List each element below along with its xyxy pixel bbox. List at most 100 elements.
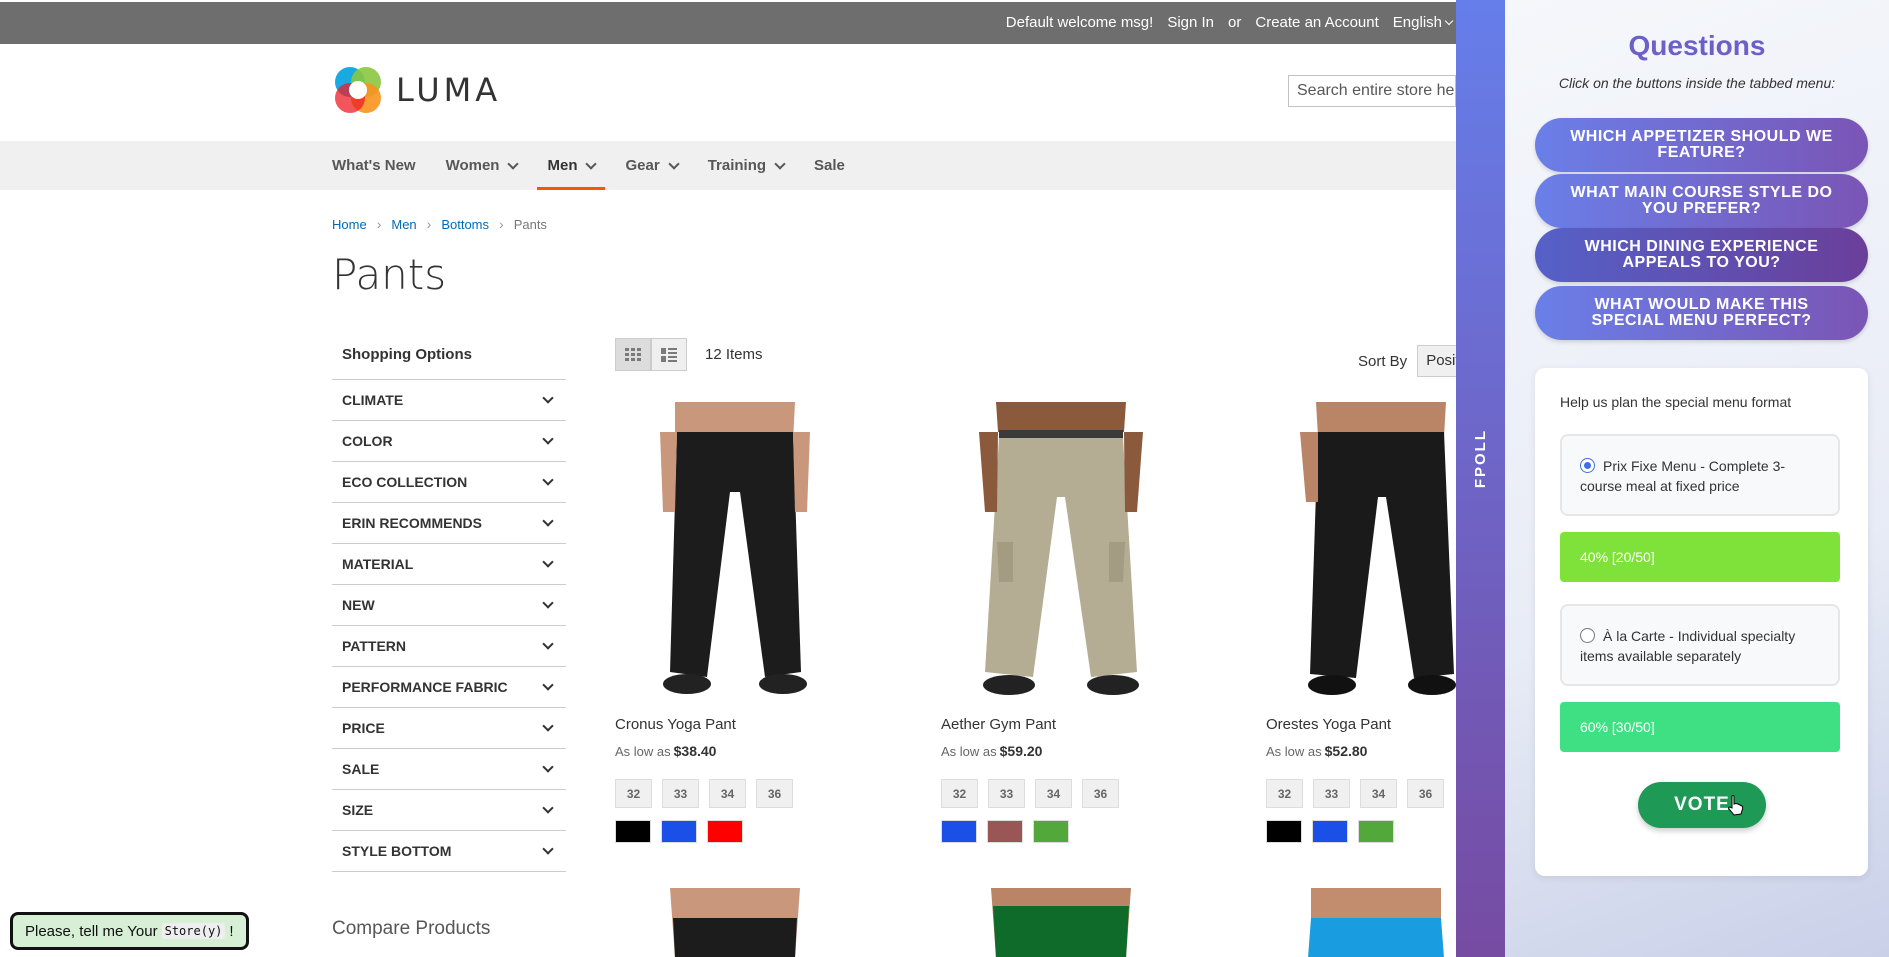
filter-label: CLIMATE [342, 392, 404, 408]
product-name[interactable]: Aether Gym Pant [941, 716, 1201, 733]
grid-view-button[interactable] [615, 338, 651, 371]
color-swatch[interactable] [661, 820, 697, 843]
product-price: As low as $59.20 [941, 743, 1201, 759]
breadcrumb-bottoms[interactable]: Bottoms [441, 217, 489, 232]
welcome-message: Default welcome msg! [1005, 14, 1154, 31]
size-option[interactable]: 34 [1360, 779, 1397, 808]
size-option[interactable]: 32 [941, 779, 978, 808]
product-name[interactable]: Cronus Yoga Pant [615, 716, 875, 733]
product-image[interactable] [941, 888, 1181, 957]
nav-item-sale[interactable]: Sale [814, 141, 845, 190]
size-option[interactable]: 34 [709, 779, 746, 808]
question-tab-appetizer[interactable]: Which appetizer should we feature? [1535, 118, 1868, 172]
radio-button-checked[interactable] [1580, 458, 1595, 473]
price-prefix: As low as [1266, 744, 1322, 759]
size-option[interactable]: 33 [662, 779, 699, 808]
question-tab-special-menu[interactable]: What would make this special menu perfec… [1535, 286, 1868, 340]
filter-label: PRICE [342, 720, 385, 736]
product-price: As low as $38.40 [615, 743, 875, 759]
size-option[interactable]: 36 [1407, 779, 1444, 808]
question-tab-main-course[interactable]: What main course style do you prefer? [1535, 174, 1868, 228]
shopping-options-title: Shopping Options [332, 340, 566, 380]
filter-pattern[interactable]: PATTERN [332, 626, 566, 667]
color-swatch[interactable] [1266, 820, 1302, 843]
create-account-link[interactable]: Create an Account [1255, 14, 1378, 31]
poll-panel: Questions Click on the buttons inside th… [1505, 0, 1889, 957]
poll-option-a-la-carte[interactable]: À la Carte - Individual specialty items … [1560, 604, 1840, 686]
search-input[interactable]: Search entire store here... [1288, 75, 1456, 107]
question-tab-dining-experience[interactable]: Which dining experience appeals to you? [1535, 228, 1868, 282]
hand-cursor-icon [1728, 795, 1744, 816]
chevron-down-icon [668, 157, 680, 170]
poll-option-prix-fixe[interactable]: Prix Fixe Menu - Complete 3-course meal … [1560, 434, 1840, 516]
size-option[interactable]: 36 [1082, 779, 1119, 808]
size-option[interactable]: 36 [756, 779, 793, 808]
product-image[interactable] [1266, 888, 1456, 957]
chevron-down-icon [774, 157, 786, 170]
nav-item-training[interactable]: Training [708, 141, 786, 190]
filter-sale[interactable]: SALE [332, 749, 566, 790]
breadcrumb: Home › Men › Bottoms › Pants [332, 216, 547, 232]
sign-in-link[interactable]: Sign In [1167, 14, 1214, 31]
chevron-down-icon [542, 638, 554, 650]
vote-button[interactable]: VOTE [1638, 782, 1766, 828]
size-option[interactable]: 32 [615, 779, 652, 808]
luma-logo[interactable]: LUMA [332, 64, 501, 116]
size-option[interactable]: 32 [1266, 779, 1303, 808]
list-view-button[interactable] [651, 338, 687, 371]
color-options [615, 820, 875, 843]
option-label: Prix Fixe Menu - Complete 3-course meal … [1580, 458, 1786, 494]
product-image[interactable] [615, 888, 855, 957]
poll-result-bar: 40% [20/50] [1560, 532, 1840, 582]
breadcrumb-men[interactable]: Men [391, 217, 416, 232]
nav-item-gear[interactable]: Gear [625, 141, 680, 190]
chevron-down-icon [507, 157, 520, 170]
nav-label: Sale [814, 157, 845, 174]
filter-material[interactable]: MATERIAL [332, 544, 566, 585]
filter-label: SALE [342, 761, 380, 777]
color-swatch[interactable] [987, 820, 1023, 843]
filter-style-bottom[interactable]: STYLE BOTTOM [332, 831, 566, 872]
product-card[interactable]: Cronus Yoga Pant As low as $38.40 32 33 3… [615, 402, 875, 843]
chevron-down-icon [585, 157, 598, 170]
filter-price[interactable]: PRICE [332, 708, 566, 749]
price-value: $52.80 [1324, 743, 1368, 759]
breadcrumb-home[interactable]: Home [332, 217, 367, 232]
main-navigation: What's New Women Men Gear Training Sale [0, 141, 1456, 190]
chevron-down-icon [542, 392, 554, 404]
nav-item-whats-new[interactable]: What's New [332, 141, 416, 190]
chevron-down-icon [542, 802, 554, 814]
color-swatch[interactable] [707, 820, 743, 843]
filter-size[interactable]: SIZE [332, 790, 566, 831]
filter-label: STYLE BOTTOM [342, 843, 452, 859]
items-count: 12 Items [705, 346, 763, 363]
filter-climate[interactable]: CLIMATE [332, 380, 566, 421]
page-title: Pants [332, 250, 447, 299]
color-swatch[interactable] [1358, 820, 1394, 843]
product-card[interactable]: Aether Gym Pant As low as $59.20 32 33 34… [941, 402, 1201, 843]
filter-eco-collection[interactable]: ECO COLLECTION [332, 462, 566, 503]
size-option[interactable]: 33 [988, 779, 1025, 808]
product-image[interactable] [615, 402, 855, 702]
filter-erin-recommends[interactable]: ERIN RECOMMENDS [332, 503, 566, 544]
poll-card: Help us plan the special menu format Pri… [1535, 368, 1868, 876]
chevron-down-icon [542, 433, 554, 445]
filter-new[interactable]: NEW [332, 585, 566, 626]
language-switcher[interactable]: English [1393, 14, 1454, 31]
color-swatch[interactable] [1033, 820, 1069, 843]
radio-button[interactable] [1580, 628, 1595, 643]
nav-item-women[interactable]: Women [446, 141, 520, 190]
price-prefix: As low as [941, 744, 997, 759]
size-option[interactable]: 33 [1313, 779, 1350, 808]
product-image[interactable] [941, 402, 1181, 702]
filter-performance-fabric[interactable]: PERFORMANCE FABRIC [332, 667, 566, 708]
color-swatch[interactable] [615, 820, 651, 843]
filter-color[interactable]: COLOR [332, 421, 566, 462]
size-option[interactable]: 34 [1035, 779, 1072, 808]
color-swatch[interactable] [941, 820, 977, 843]
nav-item-men[interactable]: Men [537, 141, 606, 190]
poll-title: Questions [1628, 30, 1766, 61]
product-image[interactable] [1266, 402, 1456, 702]
color-swatch[interactable] [1312, 820, 1348, 843]
fpoll-tab[interactable]: FPOLL [1456, 0, 1505, 957]
